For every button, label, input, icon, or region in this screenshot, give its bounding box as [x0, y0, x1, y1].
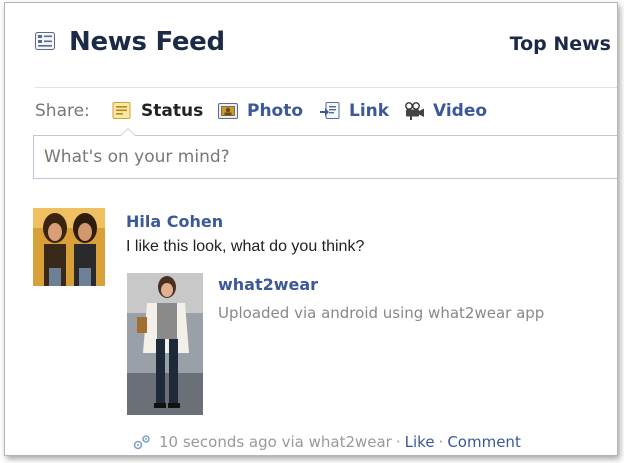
share-status-label: Status	[141, 101, 204, 121]
share-video-button[interactable]: Video	[403, 99, 487, 123]
share-status-button[interactable]: Status	[111, 99, 203, 123]
story-author-link[interactable]: Hila Cohen	[126, 212, 223, 231]
share-label: Share:	[35, 101, 90, 121]
share-bar: Share: Status Photo Link Video	[35, 99, 617, 123]
share-link-label: Link	[349, 101, 390, 121]
top-news-sort-link[interactable]: Top News	[510, 33, 611, 55]
story-meta: 10 seconds ago via what2wear · Like · Co…	[131, 432, 521, 452]
like-link[interactable]: Like	[405, 433, 435, 451]
attachment-title-link[interactable]: what2wear	[218, 275, 318, 294]
video-icon	[405, 102, 424, 120]
meta-separator: ·	[438, 433, 444, 451]
feed-story: Hila Cohen I like this look, what do you…	[33, 208, 617, 451]
link-icon	[320, 102, 340, 119]
share-link-button[interactable]: Link	[319, 99, 389, 123]
status-composer	[33, 128, 617, 179]
story-message: I like this look, what do you think?	[126, 238, 365, 255]
header-divider	[35, 87, 617, 88]
share-photo-button[interactable]: Photo	[217, 99, 303, 123]
meta-separator: ·	[395, 433, 401, 451]
composer-caret	[120, 128, 136, 136]
feed-header: News Feed Top News	[35, 27, 617, 63]
news-feed-icon	[35, 32, 55, 50]
story-timestamp[interactable]: 10 seconds ago via what2wear	[159, 433, 392, 451]
status-input[interactable]	[34, 136, 617, 178]
app-icon	[133, 435, 150, 450]
attachment-photo[interactable]	[127, 273, 203, 415]
share-photo-label: Photo	[247, 101, 304, 121]
comment-link[interactable]: Comment	[447, 433, 521, 451]
news-feed-panel: News Feed Top News Share: Status Photo L…	[4, 2, 618, 456]
photo-icon	[218, 103, 238, 119]
status-icon	[112, 102, 131, 119]
attachment-caption: Uploaded via android using what2wear app	[218, 304, 545, 322]
avatar[interactable]	[33, 208, 105, 286]
page-title: News Feed	[69, 27, 225, 57]
share-video-label: Video	[433, 101, 488, 121]
